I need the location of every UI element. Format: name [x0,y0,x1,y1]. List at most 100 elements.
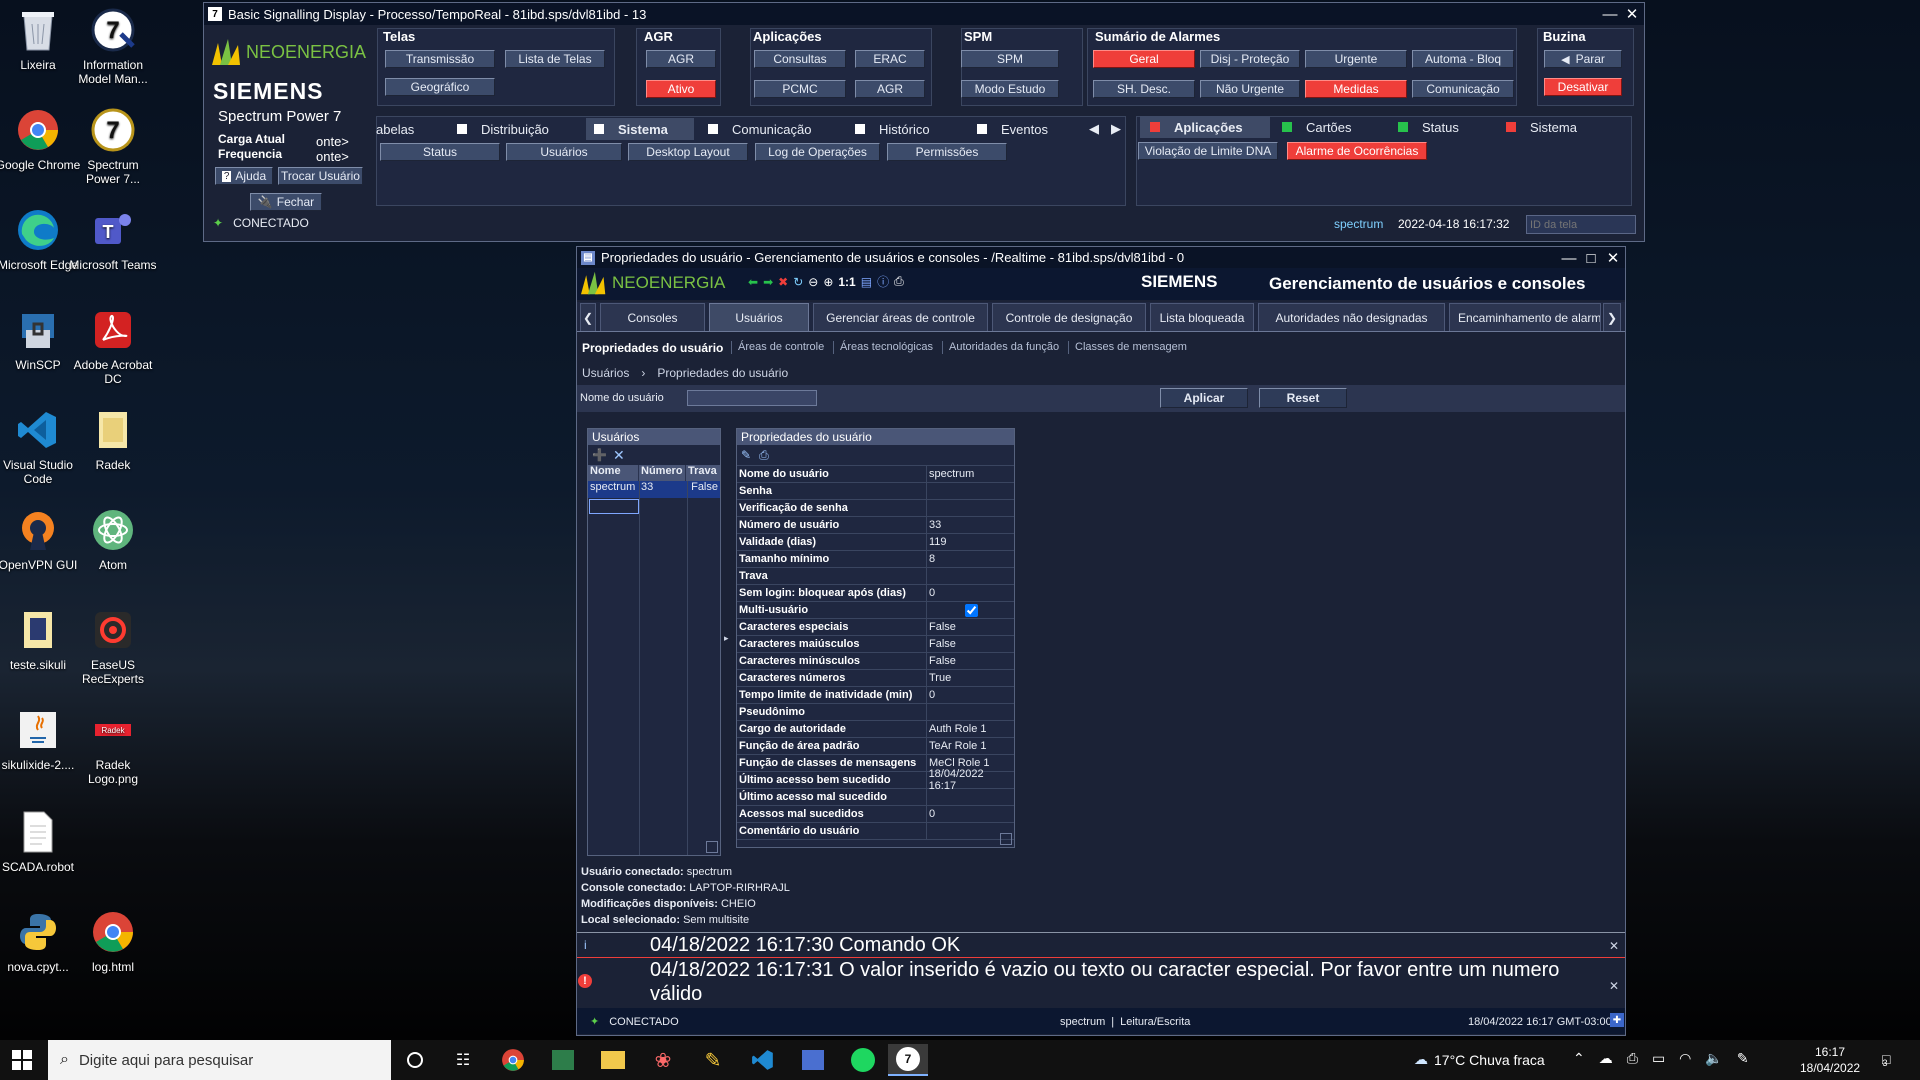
desktop-icon-atom[interactable]: Atom [69,506,157,572]
back-arrow-icon[interactable]: ⬅ [748,275,758,289]
alarme-ocorrencias-button[interactable]: Alarme de Ocorrências [1287,142,1427,160]
tab-controle-designacao[interactable]: Controle de designação [992,303,1146,331]
tab-historico[interactable]: Histórico [855,118,963,140]
property-value[interactable]: False [927,621,956,633]
umc-titlebar[interactable]: ▤ Propriedades do usuário - Gerenciament… [577,247,1625,268]
dismiss-message-icon[interactable]: ✕ [1609,939,1619,953]
subnav-areas-controle[interactable]: Áreas de controle [738,341,824,353]
property-row[interactable]: Nome do usuário spectrum [737,466,1014,483]
pcmc-button[interactable]: PCMC [754,80,846,98]
resize-grip-icon[interactable] [706,841,718,853]
lista-telas-button[interactable]: Lista de Telas [505,50,605,68]
col-numero[interactable]: Número [639,465,686,481]
taskbar-explorer[interactable] [593,1044,633,1076]
close-button[interactable]: ✕ [1603,248,1623,268]
print-icon[interactable]: ⎙ [894,274,904,289]
property-row[interactable]: Último acesso mal sucedido [737,789,1014,806]
zoom-in-icon[interactable]: ⊕ [823,275,833,289]
zoom-reset-button[interactable]: 1:1 [838,275,855,289]
table-row[interactable]: spectrum 33 False [588,481,720,498]
desktop-icon-information-model[interactable]: 7 Information Model Man... [69,6,157,86]
alarm-geral-button[interactable]: Geral [1093,50,1195,68]
delete-user-icon[interactable]: ✕ [613,447,625,464]
alarm-comunicacao-button[interactable]: Comunicação [1412,80,1514,98]
tab-usuarios[interactable]: Usuários [709,303,809,331]
property-row[interactable]: Verificação de senha [737,500,1014,517]
property-row[interactable]: Multi-usuário [737,602,1014,619]
stop-icon[interactable]: ✖ [778,275,788,289]
minimize-button[interactable]: — [1600,4,1620,24]
tab-scroll-right[interactable]: ▶ [1107,118,1125,140]
parar-button[interactable]: ◀ Parar [1544,50,1622,68]
desktop-icon-log-html[interactable]: log.html [69,908,157,974]
tab-comunicacao[interactable]: Comunicação [708,118,842,140]
battery-icon[interactable]: ▭ [1652,1050,1665,1067]
modo-estudo-button[interactable]: Modo Estudo [961,80,1059,98]
property-row[interactable]: Trava [737,568,1014,585]
property-row[interactable]: Validade (dias) 119 [737,534,1014,551]
refresh-icon[interactable]: ↻ [793,275,803,289]
close-button[interactable]: ✕ [1622,4,1642,24]
taskbar-chrome[interactable] [493,1044,533,1076]
start-button[interactable] [12,1050,32,1070]
erac-button[interactable]: ERAC [855,50,925,68]
property-value[interactable]: False [927,655,956,667]
usb-icon[interactable]: ⎙ [1627,1050,1638,1067]
property-value[interactable]: 8 [927,553,935,565]
transmissao-button[interactable]: Transmissão [385,50,495,68]
forward-arrow-icon[interactable]: ➡ [763,275,773,289]
weather-widget[interactable]: ☁ 17°C Chuva fraca [1414,1051,1545,1068]
alarm-medidas-button[interactable]: Medidas [1305,80,1407,98]
property-value[interactable]: 0 [927,808,935,820]
multi-user-checkbox[interactable] [965,603,978,617]
pen-icon[interactable]: ✎ [1737,1050,1749,1067]
property-value[interactable]: 119 [927,536,947,548]
taskbar-vscode[interactable] [743,1044,783,1076]
property-row[interactable]: Caracteres números True [737,670,1014,687]
property-row[interactable]: Cargo de autoridade Auth Role 1 [737,721,1014,738]
property-value[interactable]: 0 [927,689,935,701]
property-row[interactable]: Caracteres especiais False [737,619,1014,636]
property-row[interactable]: Caracteres minúsculos False [737,653,1014,670]
tab-right-sistema[interactable]: Sistema [1506,116,1606,138]
splitter-handle[interactable]: ▸ [724,633,734,643]
taskbar-app-2[interactable] [543,1044,583,1076]
spm-button[interactable]: SPM [961,50,1059,68]
property-row[interactable]: Senha [737,483,1014,500]
ativo-button[interactable]: Ativo [646,80,716,98]
property-row[interactable]: Comentário do usuário [737,823,1014,840]
document-icon[interactable]: ▤ [861,275,872,289]
desktop-icon-teams[interactable]: T Microsoft Teams [69,206,157,272]
consultas-button[interactable]: Consultas [754,50,846,68]
property-row[interactable]: Número de usuário 33 [737,517,1014,534]
help-button[interactable]: ? Ajuda [215,167,273,185]
bsd-titlebar[interactable]: 7 Basic Signalling Display - Processo/Te… [204,3,1644,25]
status-button[interactable]: Status [380,143,500,161]
desktop-layout-button[interactable]: Desktop Layout [628,143,748,161]
tab-scroll-right[interactable]: ❯ [1603,303,1621,331]
taskbar-search[interactable]: ⌕ Digite aqui para pesquisar [48,1040,391,1080]
maximize-button[interactable]: □ [1581,248,1601,268]
notification-center[interactable]: □ 3 [1882,1050,1890,1068]
tab-consoles[interactable]: Consoles [600,303,705,331]
col-trava[interactable]: Trava [686,465,720,481]
tab-right-cartoes[interactable]: Cartões [1282,116,1382,138]
print-icon[interactable]: ⎙ [759,448,769,463]
tab-scroll-left[interactable]: ◀ [1085,118,1103,140]
agr-button[interactable]: AGR [646,50,716,68]
property-row[interactable]: Tamanho mínimo 8 [737,551,1014,568]
desktop-icon-spectrum-power[interactable]: 7 Spectrum Power 7... [69,106,157,186]
resize-grip-icon[interactable] [1000,833,1012,845]
tab-scroll-left[interactable]: ❮ [580,303,596,331]
col-nome[interactable]: Nome [588,465,639,481]
property-row[interactable]: Acessos mal sucedidos 0 [737,806,1014,823]
reset-button[interactable]: Reset [1259,388,1347,408]
property-row[interactable]: Tempo limite de inatividade (min) 0 [737,687,1014,704]
taskbar-app-5[interactable]: ✎ [693,1044,733,1076]
tab-gerenciar-areas[interactable]: Gerenciar áreas de controle [813,303,988,331]
screen-id-input[interactable] [1526,215,1636,234]
cortana-button[interactable] [395,1044,435,1076]
tab-autoridades-nao-designadas[interactable]: Autoridades não designadas [1258,303,1445,331]
geografico-button[interactable]: Geográfico [385,78,495,96]
subnav-classes-mensagem[interactable]: Classes de mensagem [1075,341,1187,353]
